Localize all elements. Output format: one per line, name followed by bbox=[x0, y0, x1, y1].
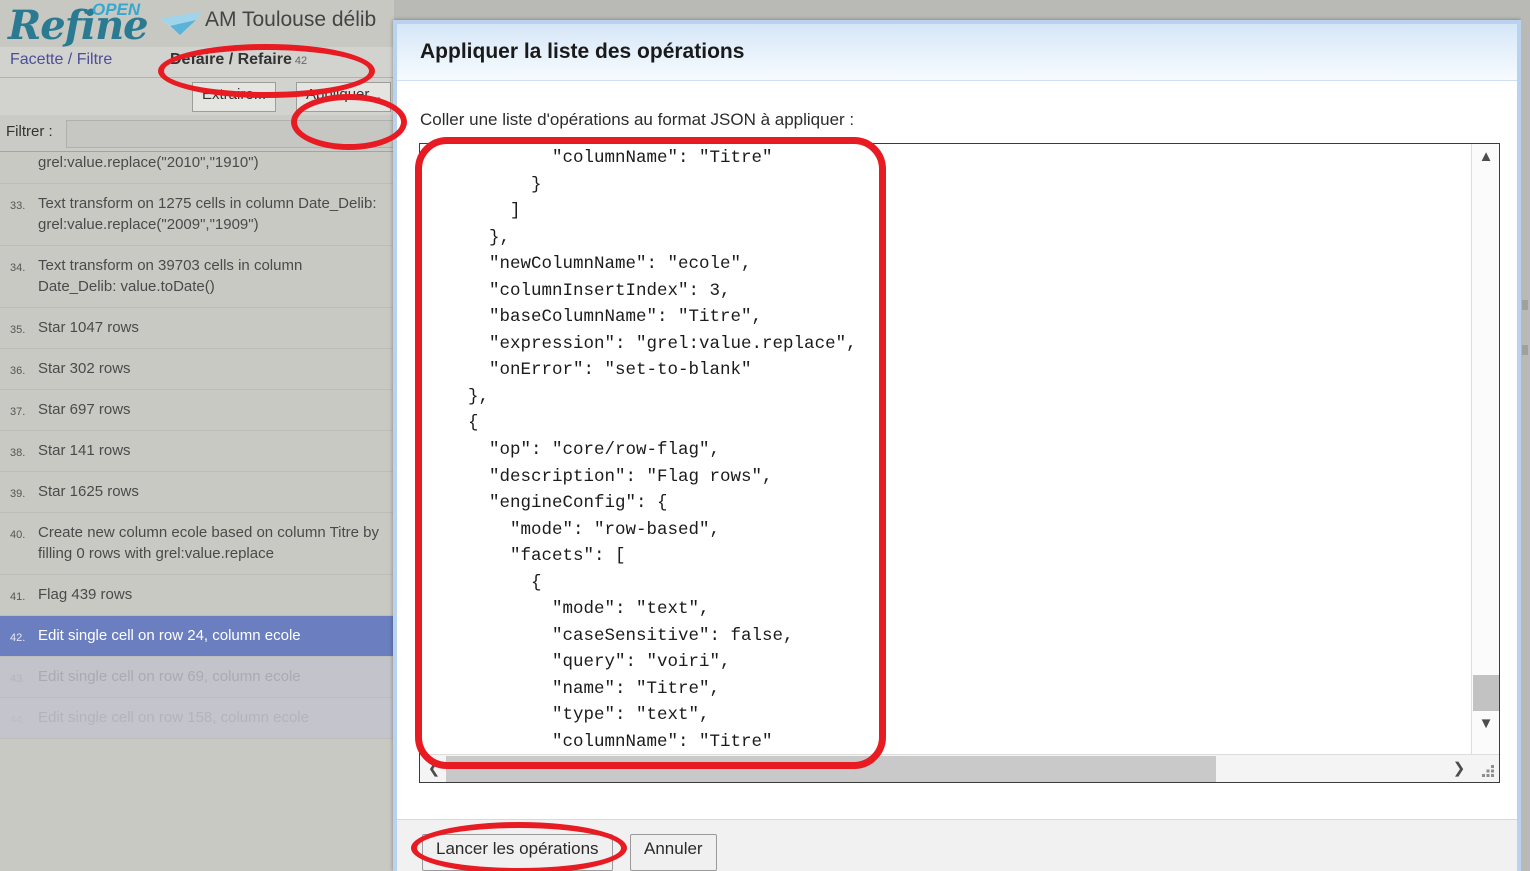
history-item[interactable]: 41. Flag 439 rows bbox=[0, 575, 394, 616]
openrefine-window: Refine OPEN AM Toulouse délib Facette / … bbox=[0, 0, 1530, 871]
apply-operations-dialog: Appliquer la liste des opérations Coller… bbox=[393, 20, 1521, 871]
history-item-index: 42. bbox=[10, 632, 26, 644]
horizontal-scrollbar-thumb[interactable] bbox=[446, 756, 1216, 782]
history-item-label: Star 1047 rows bbox=[38, 319, 139, 336]
chevron-down-icon[interactable]: ▼ bbox=[1472, 713, 1499, 735]
history-item[interactable]: 35. Star 1047 rows bbox=[0, 308, 394, 349]
history-item-index: 35. bbox=[10, 324, 26, 336]
history-filter-input[interactable] bbox=[66, 120, 394, 148]
history-item-label: Flag 439 rows bbox=[38, 586, 133, 603]
history-item[interactable]: 36. Star 302 rows bbox=[0, 349, 394, 390]
project-title: AM Toulouse délib bbox=[205, 8, 377, 31]
background-strip bbox=[1521, 0, 1530, 871]
history-item-label: Star 141 rows bbox=[38, 442, 131, 459]
history-item-label: Star 1625 rows bbox=[38, 483, 139, 500]
json-textarea[interactable]: "columnName": "Titre" } ] }, "newColumnN… bbox=[420, 144, 1467, 753]
app-header: Refine OPEN AM Toulouse délib bbox=[0, 0, 394, 49]
tab-facette-filtre[interactable]: Facette / Filtre bbox=[10, 51, 112, 69]
history-item-index: 33. bbox=[10, 200, 26, 212]
history-item-index: 44. bbox=[10, 714, 26, 726]
tab-defaire-count: 42 bbox=[294, 55, 308, 67]
chevron-up-icon[interactable]: ▲ bbox=[1472, 146, 1499, 168]
history-toolbar: Extraire... Appliquer... bbox=[0, 78, 394, 115]
dialog-body: Coller une liste d'opérations au format … bbox=[397, 81, 1517, 819]
tab-defaire-label: Défaire / Refaire bbox=[170, 51, 292, 68]
history-item-index: 34. bbox=[10, 262, 26, 274]
vertical-scrollbar[interactable]: ▲ ▼ bbox=[1471, 144, 1499, 755]
dialog-footer: Lancer les opérations Annuler bbox=[397, 819, 1517, 871]
apply-operations-button[interactable]: Appliquer... bbox=[296, 82, 392, 112]
history-item-index: 37. bbox=[10, 406, 26, 418]
tab-defaire-refaire[interactable]: Défaire / Refaire 42 bbox=[170, 51, 307, 69]
history-item[interactable]: 33. Text transform on 1275 cells in colum… bbox=[0, 184, 394, 246]
history-item[interactable]: 43. Edit single cell on row 69, column ec… bbox=[0, 657, 394, 698]
history-item-label: Text transform on 39703 cells in column … bbox=[38, 257, 303, 295]
left-sidebar: Refine OPEN AM Toulouse délib Facette / … bbox=[0, 0, 394, 871]
history-item-label: Edit single cell on row 69, column ecole bbox=[38, 668, 301, 685]
history-item-index: 36. bbox=[10, 365, 26, 377]
history-item[interactable]: 44. Edit single cell on row 158, column e… bbox=[0, 698, 394, 739]
history-item-label: Edit single cell on row 158, column ecol… bbox=[38, 709, 309, 726]
history-list[interactable]: grel:value.replace("2010","1910") 33. Text… bbox=[0, 152, 394, 871]
history-item-label: Star 697 rows bbox=[38, 401, 131, 418]
chevron-left-icon[interactable]: ❮ bbox=[422, 755, 446, 782]
run-operations-button[interactable]: Lancer les opérations bbox=[422, 834, 613, 871]
history-item[interactable]: 40. Create new column ecole based on colu… bbox=[0, 513, 394, 575]
history-item-label: grel:value.replace("2010","1910") bbox=[38, 154, 259, 171]
history-item-index: 43. bbox=[10, 673, 26, 685]
history-item[interactable]: 37. Star 697 rows bbox=[0, 390, 394, 431]
history-item-index: 40. bbox=[10, 529, 26, 541]
history-item-index: 41. bbox=[10, 591, 26, 603]
horizontal-scrollbar[interactable]: ❮ ❯ bbox=[420, 754, 1499, 782]
paste-json-label: Coller une liste d'opérations au format … bbox=[420, 110, 855, 129]
history-item-index: 38. bbox=[10, 447, 26, 459]
openrefine-logo[interactable]: Refine OPEN bbox=[8, 0, 202, 49]
history-item-index: 39. bbox=[10, 488, 26, 500]
history-item[interactable]: 38. Star 141 rows bbox=[0, 431, 394, 472]
chevron-right-icon[interactable]: ❯ bbox=[1447, 755, 1471, 782]
history-item[interactable]: 42. Edit single cell on row 24, column ec… bbox=[0, 616, 394, 657]
history-item-label: Star 302 rows bbox=[38, 360, 131, 377]
filter-label: Filtrer : bbox=[6, 123, 53, 140]
history-item[interactable]: 39. Star 1625 rows bbox=[0, 472, 394, 513]
dialog-title: Appliquer la liste des opérations bbox=[420, 40, 745, 63]
cancel-button[interactable]: Annuler bbox=[630, 834, 717, 871]
resize-grip-icon[interactable] bbox=[1479, 762, 1497, 780]
diamond-icon bbox=[160, 12, 202, 35]
extract-operations-button[interactable]: Extraire... bbox=[192, 82, 277, 112]
history-item[interactable]: grel:value.replace("2010","1910") bbox=[0, 152, 394, 184]
dialog-header: Appliquer la liste des opérations bbox=[397, 24, 1517, 81]
history-item[interactable]: 34. Text transform on 39703 cells in colu… bbox=[0, 246, 394, 308]
json-textarea-container[interactable]: "columnName": "Titre" } ] }, "newColumnN… bbox=[419, 143, 1500, 783]
sidebar-tabs: Facette / Filtre Défaire / Refaire 42 bbox=[0, 47, 394, 78]
history-item-label: Create new column ecole based on column … bbox=[38, 524, 380, 562]
vertical-scrollbar-thumb[interactable] bbox=[1473, 675, 1499, 711]
history-item-label: Edit single cell on row 24, column ecole bbox=[38, 627, 301, 644]
history-filter-row: Filtrer : bbox=[0, 115, 394, 152]
logo-open-text: OPEN bbox=[92, 0, 141, 19]
history-item-label: Text transform on 1275 cells in column D… bbox=[38, 195, 377, 233]
